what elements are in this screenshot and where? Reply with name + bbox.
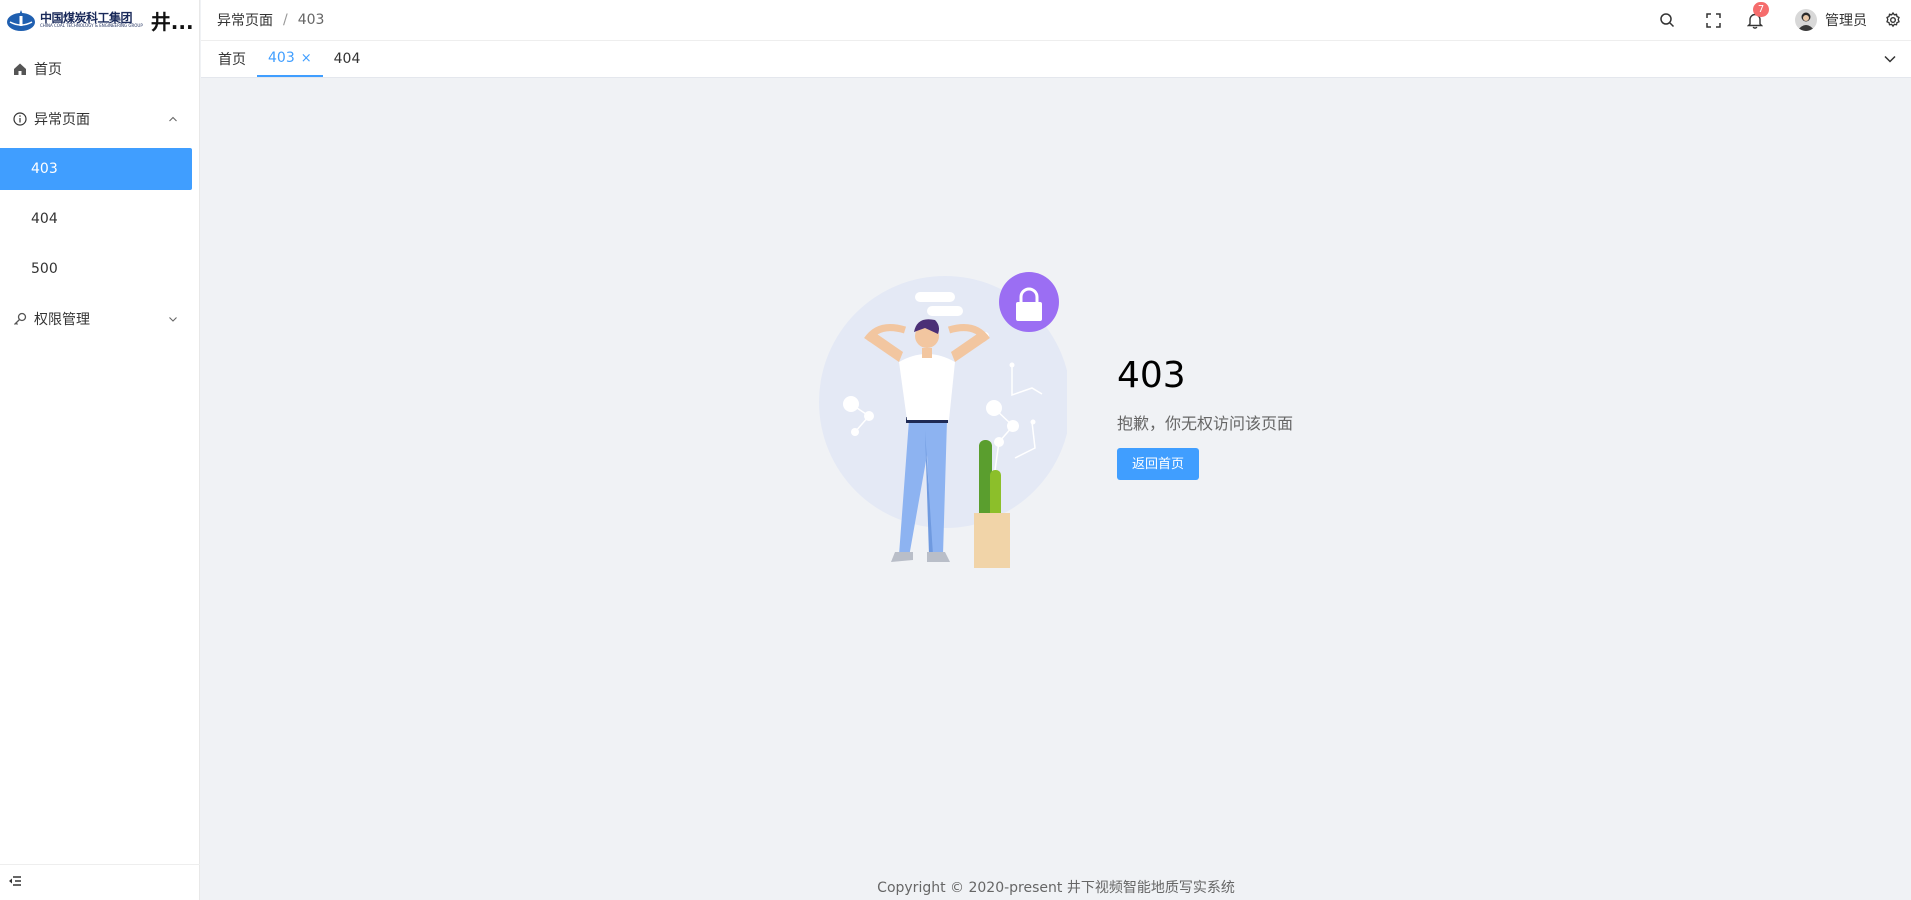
tab-404[interactable]: 404 <box>323 41 372 77</box>
breadcrumb-current: 403 <box>297 12 325 28</box>
key-icon <box>12 311 28 327</box>
error-message: 抱歉，你无权访问该页面 <box>1117 414 1294 433</box>
tab-403[interactable]: 403 × <box>257 41 323 77</box>
sidebar-subitem-500[interactable]: 500 <box>0 248 199 290</box>
sidebar-subitem-label: 404 <box>31 211 58 227</box>
breadcrumb-parent[interactable]: 异常页面 <box>217 10 273 30</box>
avatar <box>1795 9 1817 31</box>
notification-badge: 7 <box>1753 2 1769 17</box>
sidebar-subitem-label: 403 <box>31 161 58 177</box>
error-illustration <box>817 270 1067 570</box>
chevron-down-icon <box>169 317 177 322</box>
app-title: 井... <box>150 9 194 34</box>
copyright-footer: Copyright © 2020-present 井下视频智能地质写实系统 <box>877 880 1235 896</box>
breadcrumb-separator: / <box>283 12 288 28</box>
tab-label: 404 <box>333 51 361 67</box>
logo-area[interactable]: 中国煤炭科工集团 CHINA COAL TECHNOLOGY & ENGINEE… <box>0 0 199 40</box>
breadcrumb: 异常页面 / 403 <box>217 10 324 30</box>
sidebar-item-permissions[interactable]: 权限管理 <box>0 298 199 340</box>
sidebar-collapse-bar <box>0 864 200 900</box>
chevron-up-icon <box>169 116 177 122</box>
info-circle-icon <box>12 111 28 127</box>
fullscreen-icon <box>1705 12 1721 28</box>
sidebar-menu: 首页 异常页面 403 404 500 权限管理 <box>0 48 199 340</box>
search-button[interactable] <box>1657 10 1677 30</box>
collapse-sidebar-icon[interactable] <box>8 874 22 892</box>
tab-home[interactable]: 首页 <box>207 41 257 77</box>
sidebar-subitem-403[interactable]: 403 <box>0 148 192 190</box>
sidebar-subitem-label: 500 <box>31 261 58 277</box>
company-logo: 中国煤炭科工集团 CHINA COAL TECHNOLOGY & ENGINEE… <box>6 8 143 32</box>
user-menu[interactable]: 管理员 <box>1795 9 1867 31</box>
settings-button[interactable] <box>1883 10 1903 30</box>
error-code: 403 <box>1117 355 1186 396</box>
error-text-block: 403 抱歉，你无权访问该页面 返回首页 <box>1117 356 1293 480</box>
back-home-button[interactable]: 返回首页 <box>1117 448 1200 480</box>
sidebar-item-label: 异常页面 <box>34 112 90 128</box>
username: 管理员 <box>1825 13 1867 29</box>
header-actions: 7 管理员 <box>1657 0 1911 40</box>
tab-label: 首页 <box>218 52 246 68</box>
tabs-bar: 首页 403 × 404 <box>201 40 1911 78</box>
home-icon <box>12 61 28 77</box>
sidebar-item-label: 权限管理 <box>34 312 90 328</box>
notification-button[interactable]: 7 <box>1745 2 1769 30</box>
company-logo-icon <box>7 10 35 31</box>
forbidden-illustration <box>819 272 1067 568</box>
top-header: 异常页面 / 403 7 管理员 <box>201 0 1911 40</box>
sidebar: 中国煤炭科工集团 CHINA COAL TECHNOLOGY & ENGINEE… <box>0 0 200 900</box>
sidebar-item-label: 首页 <box>34 62 62 78</box>
sidebar-item-home[interactable]: 首页 <box>0 48 199 90</box>
tab-label: 403 <box>268 50 295 66</box>
chevron-down-icon[interactable] <box>1883 52 1897 66</box>
sidebar-subitem-404[interactable]: 404 <box>0 198 199 240</box>
logo-en-text: CHINA COAL TECHNOLOGY & ENGINEERING GROU… <box>40 23 143 28</box>
sidebar-item-error-pages[interactable]: 异常页面 <box>0 98 199 140</box>
fullscreen-button[interactable] <box>1703 10 1723 30</box>
close-icon[interactable]: × <box>301 51 312 66</box>
search-icon <box>1660 13 1675 28</box>
gear-icon <box>1886 12 1900 28</box>
